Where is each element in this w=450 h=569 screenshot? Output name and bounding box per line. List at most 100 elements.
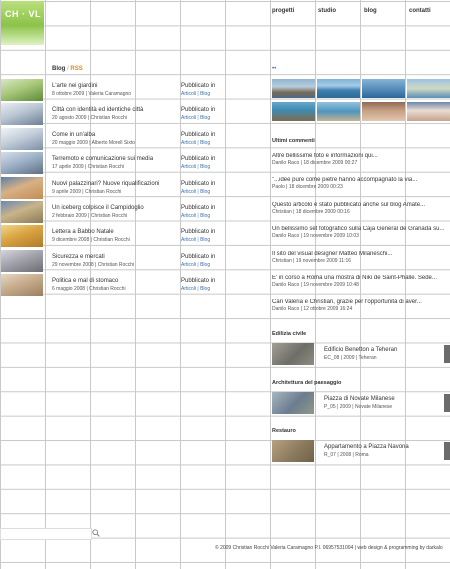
project-thumbnail[interactable] bbox=[272, 440, 314, 462]
comment-meta: Paolo | 18 dicembre 2009 00:23 bbox=[272, 184, 343, 191]
comment-meta: Danilo Raco | 18 dicembre 2009 00:27 bbox=[272, 160, 358, 166]
post-thumbnail[interactable] bbox=[1, 201, 43, 223]
post-title[interactable]: Un iceberg colpisce il Campidoglio bbox=[52, 205, 144, 211]
next-project-preview[interactable] bbox=[444, 345, 450, 363]
category-link-blog[interactable]: Blog bbox=[200, 115, 210, 121]
comment-meta: Christian | 18 dicembre 2009 00:16 bbox=[272, 208, 350, 215]
next-project-preview[interactable] bbox=[444, 442, 450, 460]
post-thumbnail[interactable] bbox=[1, 127, 43, 150]
comment-item: "...idee pure come pietre hanno accompag… bbox=[272, 177, 448, 190]
post-meta: 6 maggio 2008 | Christian Rocchi bbox=[52, 286, 126, 293]
category-link-articoli[interactable]: Articoli bbox=[181, 262, 196, 268]
nav-progetti[interactable]: progetti bbox=[272, 8, 294, 14]
comment-text[interactable]: Altre bellissime foto e informazioni qui… bbox=[272, 153, 448, 159]
comment-text[interactable]: E' in corso a Roma una mostra di Niki de… bbox=[272, 275, 448, 281]
gallery-photo[interactable] bbox=[407, 102, 450, 121]
search-input[interactable] bbox=[0, 528, 92, 540]
blog-post-row: Come in un'alba 20 maggio 2009 | Alberto… bbox=[0, 127, 270, 151]
project-meta: EC_08 | 2009 | Teheran bbox=[324, 355, 377, 361]
project-title[interactable]: Edificio Benetton a Teheran bbox=[324, 347, 397, 353]
blog-header: Blog / RSS bbox=[52, 66, 83, 72]
blog-post-row: Nuovi palazzinari? Nuove riqualificazion… bbox=[0, 176, 270, 200]
section-title: Architettura del paesaggio bbox=[272, 380, 342, 386]
comment-meta: Danilo Raco | 19 novembre 2009 10:48 bbox=[272, 282, 359, 288]
category-link-articoli[interactable]: Articoli bbox=[181, 115, 196, 121]
post-title[interactable]: Città con identità ed identiche città bbox=[52, 107, 143, 113]
category-link-articoli[interactable]: Articoli bbox=[181, 237, 196, 243]
post-title[interactable]: L'arte nei giardini bbox=[52, 83, 98, 89]
post-thumbnail[interactable] bbox=[1, 274, 43, 297]
category-link-blog[interactable]: Blog bbox=[200, 164, 210, 170]
comment-item: E' in corso a Roma una mostra di Niki de… bbox=[272, 275, 448, 288]
post-meta: 29 novembre 2008 | Christian Rocchi bbox=[52, 261, 135, 268]
category-link-articoli[interactable]: Articoli bbox=[181, 140, 196, 146]
category-link-blog[interactable]: Blog bbox=[200, 140, 210, 146]
post-title[interactable]: Terremoto e comunicazione sui media bbox=[52, 156, 153, 162]
post-categories: Articoli | Blog bbox=[181, 164, 210, 170]
published-in-label: Pubblicato in bbox=[181, 205, 216, 211]
category-link-blog[interactable]: Blog bbox=[200, 213, 210, 219]
category-link-articoli[interactable]: Articoli bbox=[181, 164, 196, 170]
blog-link[interactable]: Blog bbox=[52, 66, 65, 72]
post-thumbnail[interactable] bbox=[1, 225, 43, 248]
category-link-blog[interactable]: Blog bbox=[200, 91, 210, 97]
post-thumbnail[interactable] bbox=[1, 79, 43, 101]
published-in-label: Pubblicato in bbox=[181, 180, 216, 187]
category-link-blog[interactable]: Blog bbox=[200, 237, 210, 243]
post-thumbnail[interactable] bbox=[1, 103, 43, 126]
nav-blog[interactable]: blog bbox=[364, 8, 377, 14]
gallery-photo[interactable] bbox=[407, 79, 450, 98]
post-thumbnail[interactable] bbox=[1, 176, 43, 199]
post-title[interactable]: Sicurezza e mercati bbox=[52, 254, 105, 260]
gallery-photo[interactable] bbox=[317, 102, 360, 121]
comment-text[interactable]: Cari Valeria e Christian, grazie per l'o… bbox=[272, 299, 448, 305]
post-meta: 8 ottobre 2009 | Valeria Caramagno bbox=[52, 91, 132, 97]
gallery-photo[interactable] bbox=[362, 102, 405, 121]
project-item: Appartamento a Piazza Navona R_07 | 2008… bbox=[272, 440, 450, 464]
comment-text[interactable]: Un bellissimo set fotografico sulla Caja… bbox=[272, 226, 448, 232]
published-in-label: Pubblicato in bbox=[181, 253, 216, 260]
site-logo[interactable]: CH · VL bbox=[1, 1, 44, 45]
published-in-label: Pubblicato in bbox=[181, 229, 216, 236]
nav-contatti[interactable]: contatti bbox=[409, 8, 431, 14]
comment-text[interactable]: Questo articolo è stato pubblicato anche… bbox=[272, 202, 448, 208]
nav-studio[interactable]: studio bbox=[318, 8, 336, 14]
category-link-articoli[interactable]: Articoli bbox=[181, 91, 196, 97]
category-link-articoli[interactable]: Articoli bbox=[181, 286, 196, 292]
category-link-blog[interactable]: Blog bbox=[200, 286, 210, 292]
post-meta: 9 dicembre 2008 | Christian Rocchi bbox=[52, 237, 130, 244]
category-link-blog[interactable]: Blog bbox=[200, 189, 210, 195]
post-title[interactable]: Nuovi palazzinari? Nuove riqualificazion… bbox=[52, 181, 159, 187]
post-thumbnail[interactable] bbox=[1, 249, 43, 272]
rss-link[interactable]: RSS bbox=[70, 66, 82, 72]
post-categories: Articoli | Blog bbox=[181, 213, 210, 219]
gallery-photo[interactable] bbox=[362, 79, 405, 98]
comment-text[interactable]: Il sito del visual designer Matteo Milan… bbox=[272, 251, 448, 257]
project-thumbnail[interactable] bbox=[272, 392, 314, 414]
post-title[interactable]: Lettera a Babbo Natale bbox=[52, 229, 114, 235]
project-thumbnail[interactable] bbox=[272, 343, 314, 365]
gallery-photo[interactable] bbox=[272, 79, 315, 98]
category-link-articoli[interactable]: Articoli bbox=[181, 213, 196, 219]
post-meta: 9 aprile 2009 | Christian Rocchi bbox=[52, 188, 122, 195]
comment-item: Un bellissimo set fotografico sulla Caja… bbox=[272, 226, 448, 239]
project-title[interactable]: Appartamento a Piazza Navona bbox=[324, 444, 409, 450]
category-link-articoli[interactable]: Articoli bbox=[181, 189, 196, 195]
project-title[interactable]: Piazza di Novate Milanese bbox=[324, 396, 395, 402]
comment-text[interactable]: "...idee pure come pietre hanno accompag… bbox=[272, 177, 448, 183]
post-categories: Articoli | Blog bbox=[181, 237, 210, 243]
post-title[interactable]: Come in un'alba bbox=[52, 132, 95, 138]
next-project-preview[interactable] bbox=[444, 394, 450, 412]
post-thumbnail[interactable] bbox=[1, 152, 43, 175]
category-link-blog[interactable]: Blog bbox=[200, 262, 210, 268]
post-categories: Articoli | Blog bbox=[181, 91, 210, 97]
slideshow-dots[interactable]: •• bbox=[272, 66, 276, 72]
gallery-photo[interactable] bbox=[272, 102, 315, 121]
blog-post-row: Città con identità ed identiche città 20… bbox=[0, 102, 270, 126]
gallery-photo[interactable] bbox=[317, 79, 360, 98]
blog-post-row: Lettera a Babbo Natale 9 dicembre 2008 |… bbox=[0, 224, 270, 248]
post-categories: Articoli | Blog bbox=[181, 140, 210, 146]
search-icon[interactable] bbox=[92, 529, 100, 537]
published-in-label: Pubblicato in bbox=[181, 131, 216, 138]
post-title[interactable]: Politica e mal di stomaco bbox=[52, 278, 118, 284]
